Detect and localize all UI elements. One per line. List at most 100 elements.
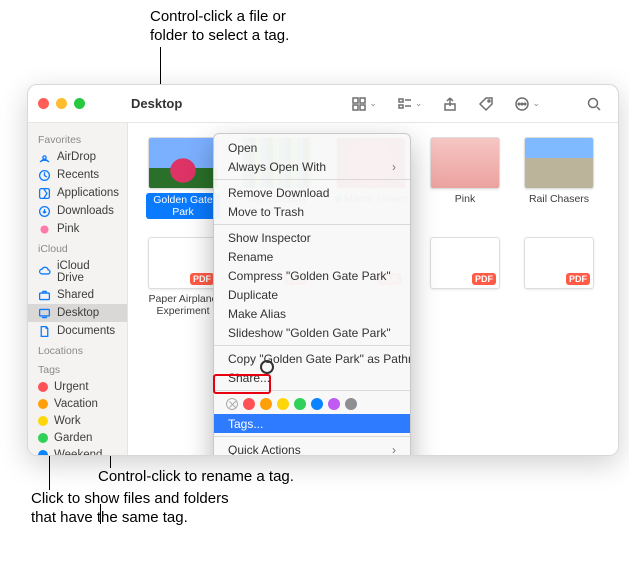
sidebar-item-label: Documents — [57, 325, 115, 337]
close-window-button[interactable] — [38, 98, 49, 109]
tag-dot-icon — [38, 433, 48, 443]
sidebar-item-work[interactable]: Work — [28, 412, 127, 429]
pdf-badge-icon: PDF — [472, 273, 496, 285]
sidebar-item-label: Vacation — [54, 398, 98, 410]
menu-item-rename[interactable]: Rename — [214, 247, 410, 266]
file-item[interactable]: PDFPaper Airplane Experiment — [146, 237, 220, 317]
menu-item-remove-download[interactable]: Remove Download — [214, 183, 410, 202]
view-icons-button[interactable]: ⌄ — [345, 96, 383, 112]
sidebar-item-label: Recents — [57, 169, 99, 181]
menu-item-label: Always Open With — [228, 160, 326, 174]
sidebar-item-weekend[interactable]: Weekend — [28, 446, 127, 455]
sidebar-section-header: Favorites — [28, 129, 127, 148]
file-item[interactable]: Rail Chasers — [522, 137, 596, 219]
nav-back-button[interactable] — [99, 95, 105, 112]
sidebar-item-label: Desktop — [57, 307, 99, 319]
file-item[interactable]: PDF — [428, 237, 502, 317]
tag-color-swatch[interactable] — [277, 398, 289, 410]
sidebar-item-urgent[interactable]: Urgent — [28, 378, 127, 395]
menu-item-always-open-with[interactable]: Always Open With› — [214, 157, 410, 176]
menu-item-label: Duplicate — [228, 288, 278, 302]
menu-item-label: Copy "Golden Gate Park" as Pathname — [228, 352, 410, 366]
menu-item-show-inspector[interactable]: Show Inspector — [214, 228, 410, 247]
file-thumbnail — [524, 137, 594, 189]
menu-item-slideshow-golden-gate-park[interactable]: Slideshow "Golden Gate Park" — [214, 323, 410, 342]
sidebar-section-header: Locations — [28, 340, 127, 359]
tag-color-swatch[interactable] — [328, 398, 340, 410]
action-button[interactable]: ⌄ — [508, 96, 546, 112]
sidebar-item-icloud-drive[interactable]: iCloud Drive — [28, 257, 127, 286]
download-icon — [38, 205, 51, 218]
menu-item-duplicate[interactable]: Duplicate — [214, 285, 410, 304]
sidebar-item-documents[interactable]: Documents — [28, 322, 127, 340]
pdf-badge-icon: PDF — [566, 273, 590, 285]
menu-item-tags[interactable]: Tags... — [214, 414, 410, 433]
sidebar-item-garden[interactable]: Garden — [28, 429, 127, 446]
callout-highlight — [213, 374, 271, 394]
menu-separator — [214, 224, 410, 225]
search-button[interactable] — [580, 96, 608, 112]
sidebar-item-label: Weekend — [54, 449, 102, 456]
pink-tag-icon — [38, 223, 51, 236]
tag-dot-icon — [38, 382, 48, 392]
menu-item-label: Tags... — [228, 417, 263, 431]
menu-item-label: Open — [228, 141, 257, 155]
sidebar-section-header: Tags — [28, 359, 127, 378]
file-item[interactable]: PDF — [522, 237, 596, 317]
sidebar-item-label: Downloads — [57, 205, 114, 217]
annotation-rename: Control-click to rename a tag. — [98, 468, 294, 487]
sidebar-item-applications[interactable]: Applications — [28, 184, 127, 202]
zoom-window-button[interactable] — [74, 98, 85, 109]
sidebar-item-label: Garden — [54, 432, 92, 444]
apps-icon — [38, 187, 51, 200]
annotation-show: Click to show files and folders that hav… — [31, 490, 229, 528]
menu-separator — [214, 179, 410, 180]
sidebar-item-desktop[interactable]: Desktop — [28, 304, 127, 322]
sidebar-item-vacation[interactable]: Vacation — [28, 395, 127, 412]
submenu-chevron-icon: › — [392, 443, 396, 456]
tag-color-swatch[interactable] — [311, 398, 323, 410]
sidebar: FavoritesAirDrop Recents Applications Downl… — [28, 123, 128, 455]
content-area: Golden Gate ParkLight Display 03Macro Fl… — [128, 123, 618, 455]
menu-item-label: Remove Download — [228, 186, 329, 200]
window-title: Desktop — [131, 96, 182, 111]
file-item[interactable]: Pink — [428, 137, 502, 219]
clear-tag-icon[interactable] — [226, 398, 238, 410]
menu-tag-color-row — [214, 394, 410, 414]
menu-item-compress-golden-gate-park[interactable]: Compress "Golden Gate Park" — [214, 266, 410, 285]
sidebar-item-downloads[interactable]: Downloads — [28, 202, 127, 220]
minimize-window-button[interactable] — [56, 98, 67, 109]
pdf-badge-icon: PDF — [190, 273, 214, 285]
menu-item-label: Compress "Golden Gate Park" — [228, 269, 391, 283]
sidebar-item-airdrop[interactable]: AirDrop — [28, 148, 127, 166]
tag-color-swatch[interactable] — [294, 398, 306, 410]
cloud-icon — [38, 265, 51, 278]
nav-forward-button[interactable] — [113, 95, 119, 112]
menu-item-copy-golden-gate-park-as-pathname[interactable]: Copy "Golden Gate Park" as Pathname — [214, 349, 410, 368]
file-label: Pink — [428, 193, 502, 205]
menu-item-open[interactable]: Open — [214, 138, 410, 157]
tag-color-swatch[interactable] — [260, 398, 272, 410]
annotation-top: Control-click a file or folder to select… — [150, 8, 289, 46]
menu-item-quick-actions[interactable]: Quick Actions› — [214, 440, 410, 455]
share-button[interactable] — [436, 96, 464, 112]
tags-button[interactable] — [472, 96, 500, 112]
menu-item-label: Rename — [228, 250, 273, 264]
sidebar-item-label: Pink — [57, 223, 79, 235]
group-button[interactable]: ⌄ — [391, 96, 429, 112]
tag-color-swatch[interactable] — [345, 398, 357, 410]
sidebar-item-label: Urgent — [54, 381, 89, 393]
sidebar-item-shared[interactable]: Shared — [28, 286, 127, 304]
traffic-lights — [38, 98, 85, 109]
menu-separator — [214, 436, 410, 437]
menu-item-make-alias[interactable]: Make Alias — [214, 304, 410, 323]
tag-color-swatch[interactable] — [243, 398, 255, 410]
menu-item-move-to-trash[interactable]: Move to Trash — [214, 202, 410, 221]
file-thumbnail: PDF — [148, 237, 218, 289]
sidebar-item-recents[interactable]: Recents — [28, 166, 127, 184]
sidebar-item-pink[interactable]: Pink — [28, 220, 127, 238]
file-item[interactable]: Golden Gate Park — [146, 137, 220, 219]
sidebar-item-label: Shared — [57, 289, 94, 301]
finder-window: Desktop ⌄ ⌄ ⌄ FavoritesAirDrop Recents App… — [27, 84, 619, 456]
file-label: Golden Gate Park — [146, 193, 220, 219]
